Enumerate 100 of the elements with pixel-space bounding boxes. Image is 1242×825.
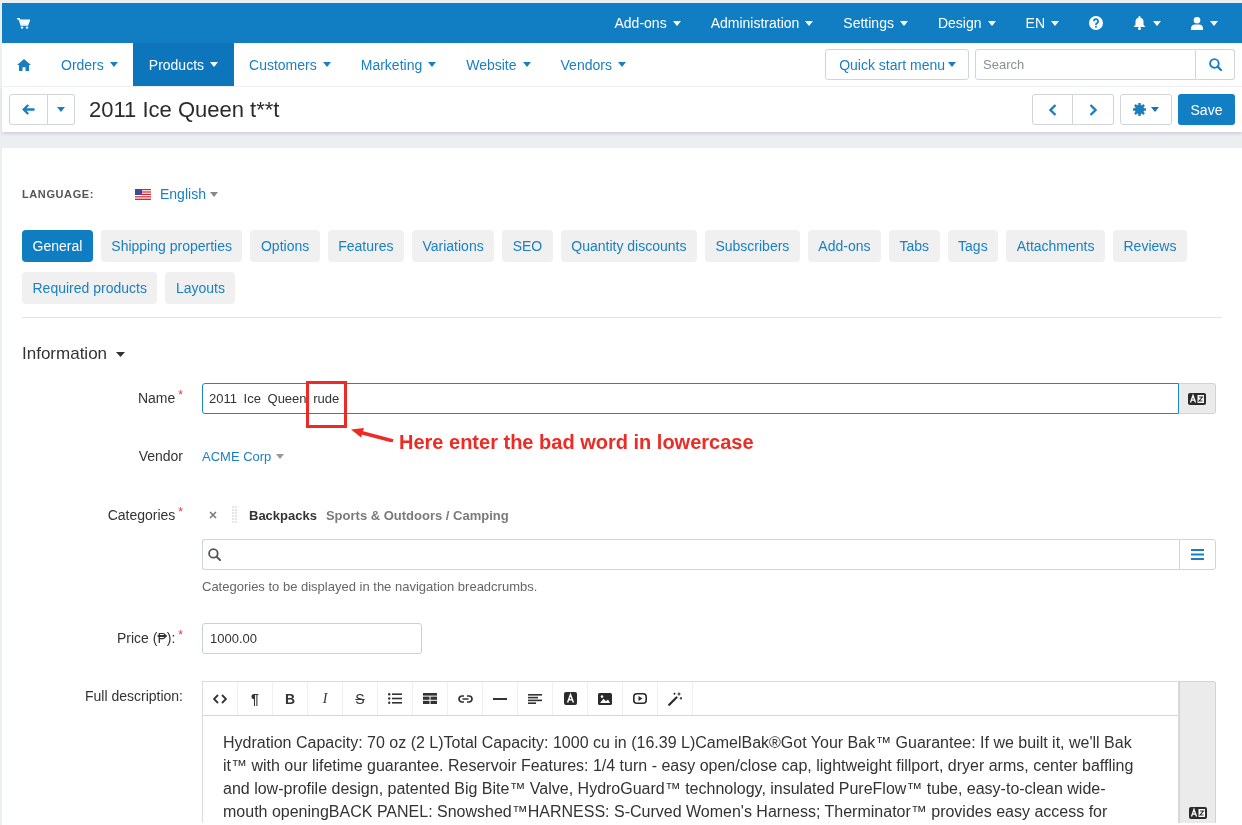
top-menu-item[interactable]: Design: [922, 3, 1011, 43]
next-button[interactable]: [1073, 94, 1114, 125]
search-icon: [208, 548, 221, 561]
nav-menu-item[interactable]: Customers: [234, 43, 346, 86]
tab[interactable]: Variations: [411, 230, 495, 262]
bullet-list-icon: [388, 693, 402, 704]
history-dropdown-button[interactable]: [48, 94, 75, 125]
nav-menu-item[interactable]: Orders: [46, 43, 133, 86]
tab[interactable]: Required products: [22, 272, 158, 304]
translate-button[interactable]: [1179, 383, 1216, 414]
section-toggle[interactable]: Information: [22, 343, 126, 365]
tab[interactable]: Tabs: [889, 230, 940, 262]
font-color-icon: [563, 692, 577, 705]
annotation-text: Here enter the bad word in lowercase: [399, 431, 754, 453]
caret-icon: [987, 20, 996, 26]
nav-menu-item[interactable]: Products: [132, 43, 235, 86]
horizontal-line-icon: [493, 697, 507, 700]
bold-button[interactable]: B: [273, 682, 308, 715]
bell-icon: [1133, 16, 1146, 30]
required-mark: *: [178, 388, 183, 402]
caret-icon: [672, 20, 681, 26]
video-icon: [633, 693, 647, 704]
chevron-right-icon: [1089, 103, 1097, 116]
italic-button[interactable]: I: [308, 682, 343, 715]
tab[interactable]: General: [22, 230, 93, 262]
help-text: Categories to be displayed in the navigation breadcrumbs.: [202, 579, 539, 595]
image-icon: [598, 692, 612, 705]
caret-icon: [428, 62, 437, 67]
caret-icon: [109, 62, 118, 67]
gear-icon: [1133, 103, 1146, 116]
translate-icon: [1188, 392, 1206, 405]
tab[interactable]: Subscribers: [704, 230, 800, 262]
caret-icon: [948, 62, 956, 67]
user-icon: [1191, 16, 1203, 30]
caret-icon: [57, 107, 65, 112]
remove-icon[interactable]: [209, 511, 217, 519]
top-menu-item[interactable]: Add-ons: [599, 3, 696, 43]
caret-icon: [1051, 20, 1059, 26]
arrow-icon: [349, 426, 395, 442]
top-menu-item[interactable]: EN: [1010, 3, 1074, 43]
nav-menu-item[interactable]: Vendors: [545, 43, 641, 86]
magic-wand-icon: [668, 691, 682, 706]
language-selector[interactable]: English: [135, 186, 218, 202]
tab[interactable]: Shipping properties: [100, 230, 243, 262]
tab[interactable]: Attachments: [1006, 230, 1105, 262]
tab[interactable]: Tags: [947, 230, 999, 262]
list-icon: [1191, 549, 1204, 560]
cart-icon[interactable]: [17, 17, 30, 29]
flag-icon: [135, 188, 151, 200]
chevron-left-icon: [1048, 103, 1057, 116]
tab[interactable]: Quantity discounts: [560, 230, 697, 262]
highlight-frame: [306, 381, 347, 428]
previous-button[interactable]: [1032, 94, 1073, 125]
translate-button[interactable]: [1179, 681, 1216, 823]
language-label: LANGUAGE:: [22, 188, 95, 200]
tab[interactable]: Features: [327, 230, 404, 262]
top-menu-item[interactable]: Administration: [695, 3, 829, 43]
tab[interactable]: Options: [250, 230, 320, 262]
caret-icon: [805, 20, 814, 26]
align-left-icon: [528, 693, 542, 704]
search-field[interactable]: Search: [975, 49, 1196, 80]
help-icon: [1089, 16, 1103, 30]
link-icon: [457, 694, 473, 703]
nav-menu-item[interactable]: Marketing: [345, 43, 452, 86]
caret-icon: [209, 191, 218, 197]
translate-icon: [1188, 807, 1207, 819]
quick-start-menu-button[interactable]: Quick start menu: [825, 49, 969, 80]
table-icon: [423, 693, 437, 704]
page-title: 2011 Ice Queen t**t: [89, 96, 280, 123]
save-button[interactable]: Save: [1178, 94, 1235, 125]
tab[interactable]: SEO: [502, 230, 553, 262]
top-menu-item[interactable]: Settings: [828, 3, 923, 43]
caret-icon: [899, 20, 908, 26]
caret-icon: [210, 62, 219, 67]
category-search-field[interactable]: [202, 539, 1179, 570]
arrow-left-icon: [22, 104, 35, 115]
strikethrough-button[interactable]: S: [343, 682, 378, 715]
code-icon: [213, 693, 227, 704]
home-icon: [17, 58, 31, 71]
caret-icon: [1151, 107, 1159, 112]
settings-button[interactable]: [1120, 94, 1172, 125]
price-field[interactable]: 1000.00: [202, 623, 422, 654]
category-list-button[interactable]: [1179, 539, 1216, 570]
drag-handle-icon[interactable]: [232, 506, 237, 524]
caret-icon: [1210, 20, 1218, 26]
field-label: Full description:: [83, 687, 183, 706]
tab[interactable]: Layouts: [165, 272, 236, 304]
tab[interactable]: Reviews: [1113, 230, 1187, 262]
caret-icon: [1153, 20, 1161, 26]
nav-menu-item[interactable]: Website: [451, 43, 546, 86]
vendor-selector[interactable]: ACME Corp: [202, 446, 285, 466]
name-field[interactable]: 2011 Ice Queen rude: [202, 383, 1179, 414]
back-button[interactable]: [9, 94, 48, 125]
field-label: Name $^{*}$: [136, 387, 183, 408]
tab[interactable]: Add-ons: [807, 230, 881, 262]
search-button[interactable]: [1196, 49, 1235, 80]
description-editor-field[interactable]: Hydration Capacity: 70 oz (2 L)Total Capacity: 1000 cu in (16.39 L)CamelBak®Got Your Bak™ Guarantee: If we built it, we'll Bak it™ with our lifetime guarantee. Reservoir Features: 1/4 turn - easy open/close cap, lightweight fillport, dryer arms, center baffling and low-profile design, patented Big Bite™ Valve, HydroGuard™ technology, insulated PureFlow™ tube, easy-to-clean wide-mouth openingBACK PANEL: Snowshed™HARNESS: S-Curved Women's Harness; Therminator™ provides easy access for: [203, 716, 1178, 823]
caret-icon: [276, 453, 285, 459]
paragraph-format-button[interactable]: ¶: [238, 682, 273, 715]
required-mark: *: [178, 628, 183, 642]
